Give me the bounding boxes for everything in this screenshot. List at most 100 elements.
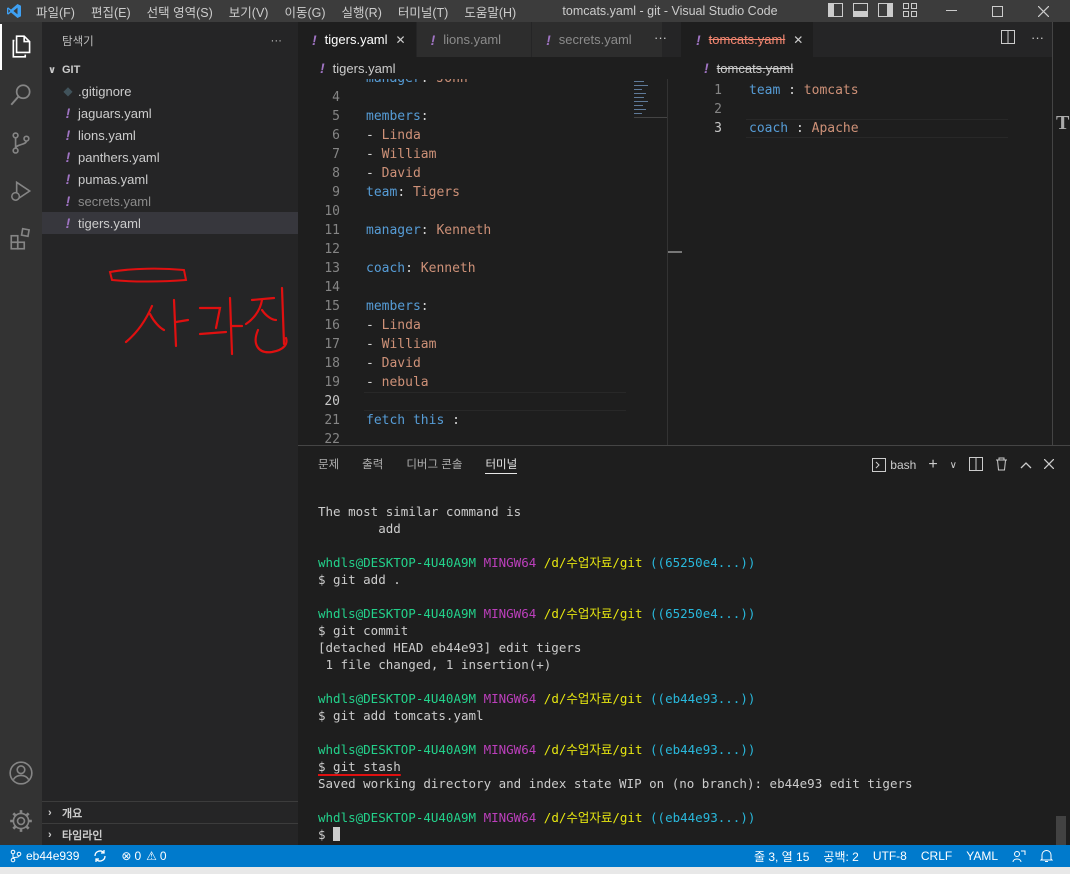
file-item[interactable]: ! jaguars.yaml [42, 102, 298, 124]
split-terminal-icon[interactable] [969, 456, 983, 474]
close-tab-icon[interactable]: ✕ [793, 33, 803, 47]
line-number: 12 [324, 242, 340, 257]
language-mode[interactable]: YAML [959, 849, 1005, 863]
chevron-down-icon[interactable]: ∨ [950, 460, 957, 471]
folder-label: GIT [62, 64, 81, 76]
explorer-icon[interactable] [0, 24, 42, 70]
panel-tab[interactable]: 출력 [362, 446, 383, 482]
tab-secrets[interactable]: ! secrets.yaml [532, 22, 663, 57]
toggle-secondary-sidebar-icon[interactable] [878, 3, 893, 17]
menu-item[interactable]: 파일(F) [28, 2, 83, 21]
code-editor-tigers[interactable]: manager: John45members:6- Linda7- Willia… [298, 79, 681, 445]
close-window-button[interactable] [1020, 0, 1066, 22]
panel-tab[interactable]: 터미널 [485, 454, 518, 474]
breadcrumb-file: tomcats.yaml [716, 60, 794, 76]
file-item[interactable]: ◆ .gitignore [42, 80, 298, 102]
file-item[interactable]: ! pumas.yaml [42, 168, 298, 190]
maximize-panel-icon[interactable] [1020, 458, 1032, 472]
tab-tomcats[interactable]: ! tomcats.yaml ✕ [682, 22, 815, 57]
panel-tab[interactable]: 문제 [318, 446, 339, 482]
prompt-path: /d/수업자료/git [543, 742, 643, 757]
prompt-env: MINGW64 [483, 691, 537, 706]
more-actions-icon[interactable]: ··· [1031, 30, 1044, 47]
explorer-more-button[interactable]: ··· [271, 35, 283, 47]
yaml-exclamation-icon: ! [65, 105, 71, 121]
toggle-panel-icon[interactable] [853, 3, 868, 17]
outline-section[interactable]: › 개요 [42, 801, 298, 823]
explorer-title: 탐색기 [62, 36, 94, 48]
feedback-icon[interactable] [1005, 849, 1033, 863]
yaml-value: Linda [381, 318, 421, 333]
code-line: 4 [298, 88, 681, 107]
terminal-text: [detached HEAD eb44e93] edit tigers [318, 640, 582, 655]
file-item[interactable]: ! secrets.yaml [42, 190, 298, 212]
yaml-key: manager [366, 223, 421, 238]
code-line: 11 manager: Kenneth [298, 221, 681, 240]
cursor-position[interactable]: 줄 3, 열 15 [747, 848, 816, 865]
terminal-scrollbar[interactable] [1056, 816, 1066, 846]
terminal-text: $ git add . [318, 572, 401, 587]
editor-scrollbar[interactable] [667, 79, 682, 445]
trash-icon[interactable] [995, 457, 1008, 474]
menu-item[interactable]: 보기(V) [221, 2, 277, 21]
colon: : [420, 109, 429, 124]
close-panel-icon[interactable] [1043, 458, 1055, 472]
minimize-button[interactable] [928, 0, 974, 22]
end-of-line[interactable]: CRLF [914, 849, 959, 863]
search-icon[interactable] [0, 72, 42, 118]
problems-indicator[interactable]: ⊗ 0 ⚠ 0 [114, 849, 173, 863]
new-terminal-icon[interactable]: + [928, 456, 937, 474]
terminal-output[interactable]: The most similar command is add whdls@DE… [318, 503, 1058, 843]
code-lines: manager: John45members:6- Linda7- Willia… [298, 79, 681, 445]
timeline-section[interactable]: › 타임라인 [42, 823, 298, 845]
prompt-path: /d/수업자료/git [543, 606, 643, 621]
colon: : [397, 185, 413, 200]
maximize-button[interactable] [974, 0, 1020, 22]
menu-item[interactable]: 선택 영역(S) [139, 2, 221, 21]
yaml-exclamation-icon: ! [65, 127, 71, 143]
more-actions-icon[interactable]: ··· [654, 30, 667, 45]
settings-gear-icon[interactable] [0, 798, 42, 844]
toggle-sidebar-icon[interactable] [828, 3, 843, 17]
code-line: 19- nebula [298, 373, 681, 392]
file-item[interactable]: ! lions.yaml [42, 124, 298, 146]
sync-icon[interactable] [86, 849, 114, 863]
file-item[interactable]: ! tigers.yaml [42, 212, 298, 234]
chevron-right-icon: › [48, 828, 52, 841]
account-icon[interactable] [0, 750, 42, 796]
line-text: members: [340, 109, 429, 124]
yaml-key: members [366, 109, 421, 124]
yaml-value: tomcats [803, 83, 859, 98]
source-control-icon[interactable] [0, 120, 42, 166]
line-text: coach: Kenneth [340, 261, 476, 276]
code-editor-tomcats[interactable]: 1 team : tomcats 2 3 coach : Apache [682, 79, 1052, 445]
breadcrumb-right[interactable]: ! tomcats.yaml [682, 57, 1052, 79]
folder-section-git[interactable]: ∨ GIT [42, 60, 298, 80]
git-branch-icon [10, 849, 22, 863]
tab-lions[interactable]: ! lions.yaml [416, 22, 533, 57]
terminal-select[interactable]: bash [872, 458, 916, 472]
yaml-exclamation-icon: ! [704, 60, 709, 76]
menu-item[interactable]: 편집(E) [83, 2, 139, 21]
split-editor-icon[interactable] [1001, 30, 1015, 47]
branch-indicator[interactable]: eb44e939 [0, 849, 86, 863]
run-debug-icon[interactable] [0, 168, 42, 214]
extensions-icon[interactable] [0, 216, 42, 262]
terminal-line: [detached HEAD eb44e93] edit tigers [318, 639, 1058, 656]
encoding[interactable]: UTF-8 [866, 849, 914, 863]
editor-actions: ··· [1001, 30, 1044, 47]
tab-tigers[interactable]: ! tigers.yaml ✕ [298, 22, 417, 57]
breadcrumb-left[interactable]: ! tigers.yaml [298, 57, 681, 79]
yaml-exclamation-icon: ! [320, 60, 325, 76]
menu-item[interactable]: 터미널(T) [390, 2, 456, 21]
indentation[interactable]: 공백: 2 [816, 848, 865, 865]
notifications-bell-icon[interactable] [1033, 849, 1060, 863]
menu-item[interactable]: 도움말(H) [456, 2, 524, 21]
minimap[interactable] [628, 79, 668, 445]
file-item[interactable]: ! panthers.yaml [42, 146, 298, 168]
panel-tab[interactable]: 디버그 콘솔 [406, 446, 462, 482]
menu-item[interactable]: 실행(R) [334, 2, 390, 21]
customize-layout-icon[interactable] [903, 3, 918, 17]
menu-item[interactable]: 이동(G) [276, 2, 333, 21]
close-tab-icon[interactable]: ✕ [396, 33, 406, 47]
